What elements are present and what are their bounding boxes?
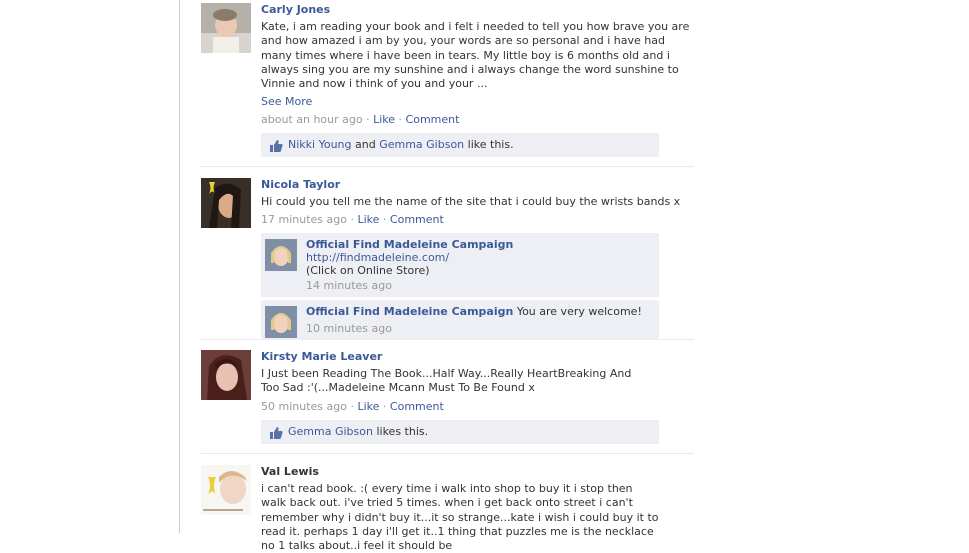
- comment-feed: Carly Jones Kate, i am reading your book…: [201, 0, 694, 552]
- comment-item: Carly Jones Kate, i am reading your book…: [201, 0, 694, 167]
- comment-text: i can't read book. :( every time i walk …: [261, 482, 659, 553]
- comment-meta: 17 minutes ago · Like · Comment: [261, 213, 444, 227]
- liker-name[interactable]: Gemma Gibson: [379, 138, 464, 151]
- like-link[interactable]: Like: [373, 113, 395, 126]
- liker-name[interactable]: Nikki Young: [288, 138, 352, 151]
- author-name[interactable]: Val Lewis: [261, 465, 694, 479]
- likes-bar: Gemma Gibson likes this.: [261, 419, 659, 444]
- comment-item: Kirsty Marie Leaver I Just been Reading …: [201, 340, 694, 454]
- comment-text: Kate, i am reading your book and i felt …: [261, 20, 690, 91]
- thumbs-up-icon: [269, 425, 283, 439]
- thumbs-up-icon: [269, 138, 283, 153]
- reply-item: Official Find Madeleine Campaign http://…: [261, 233, 659, 298]
- like-link[interactable]: Like: [357, 213, 379, 226]
- comment-item: Val Lewis i can't read book. :( every ti…: [201, 454, 694, 552]
- liker-name[interactable]: Gemma Gibson: [288, 425, 373, 438]
- reply-timestamp: 14 minutes ago: [306, 279, 392, 293]
- timestamp: 50 minutes ago: [261, 399, 347, 413]
- reply-avatar[interactable]: [265, 306, 297, 339]
- comment-meta: 50 minutes ago · Like · Comment: [261, 399, 444, 413]
- timestamp: 17 minutes ago: [261, 213, 347, 227]
- reply-author[interactable]: Official Find Madeleine Campaign: [306, 305, 513, 318]
- comment-item: Nicola Taylor Hi could you tell me the n…: [201, 167, 694, 341]
- avatar[interactable]: [201, 178, 251, 228]
- likes-bar: Nikki Young and Gemma Gibson like this.: [261, 133, 659, 158]
- comment-text: I Just been Reading The Book...Half Way.…: [261, 367, 632, 395]
- reply-text: (Click on Online Store): [306, 264, 430, 278]
- reply-item: Official Find Madeleine Campaign You are…: [261, 300, 659, 341]
- timestamp: about an hour ago: [261, 113, 363, 127]
- reply-timestamp: 10 minutes ago: [306, 322, 392, 336]
- reply-text: You are very welcome!: [516, 305, 642, 319]
- reply-author[interactable]: Official Find Madeleine Campaign: [306, 238, 513, 251]
- author-name[interactable]: Carly Jones: [261, 3, 694, 17]
- reply-url-link[interactable]: http://findmadeleine.com/: [306, 251, 449, 264]
- author-name[interactable]: Kirsty Marie Leaver: [261, 350, 694, 364]
- avatar[interactable]: [201, 350, 251, 400]
- reply-avatar[interactable]: [265, 239, 297, 272]
- avatar[interactable]: [201, 3, 251, 53]
- left-column-border: [179, 0, 180, 533]
- author-name[interactable]: Nicola Taylor: [261, 178, 694, 192]
- comment-link[interactable]: Comment: [390, 213, 444, 226]
- like-link[interactable]: Like: [357, 400, 379, 413]
- comment-text: Hi could you tell me the name of the sit…: [261, 195, 681, 208]
- see-more-link[interactable]: See More: [261, 95, 694, 109]
- comment-link[interactable]: Comment: [390, 400, 444, 413]
- comment-link[interactable]: Comment: [406, 113, 460, 126]
- comment-meta: about an hour ago · Like · Comment: [261, 113, 460, 127]
- avatar[interactable]: [201, 465, 251, 515]
